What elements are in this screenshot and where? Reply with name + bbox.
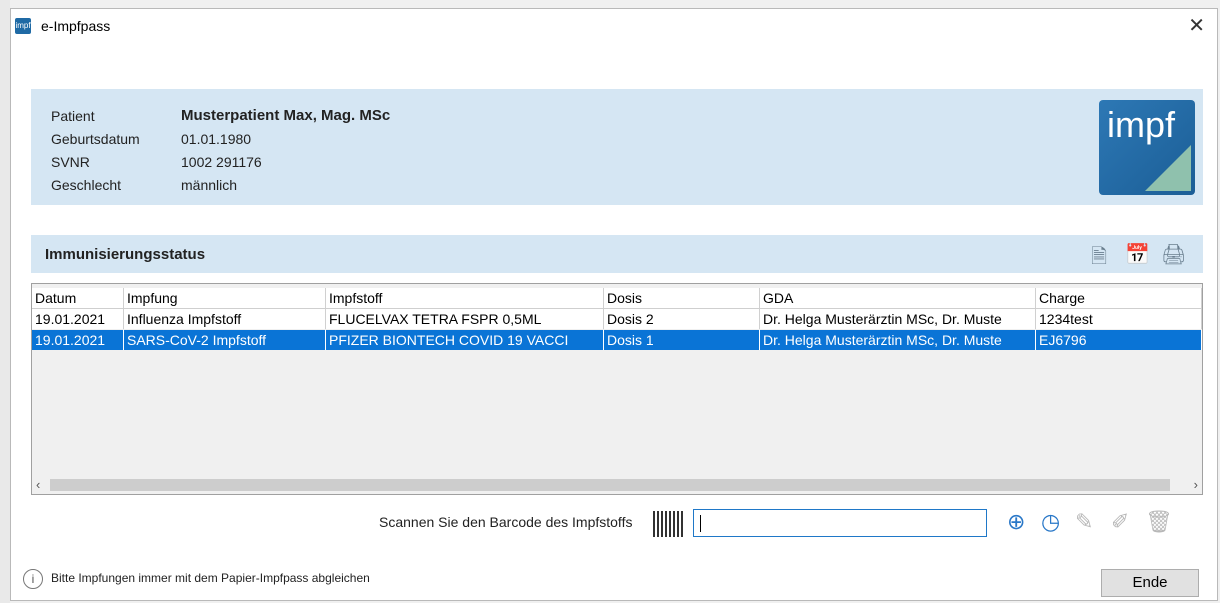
scrollbar-thumb[interactable] [50,479,1170,491]
pencil-icon[interactable]: ✐ [1111,509,1129,535]
impf-logo: impf [1099,100,1195,195]
immunization-header: Immunisierungsstatus 🗎 📅 🖨 [31,235,1203,273]
patient-label: Patient [51,108,95,124]
background-window-strip [0,0,10,603]
scroll-left-icon[interactable]: ‹ [36,476,40,494]
logo-corner [1145,145,1191,191]
column-header-gda[interactable]: GDA [760,288,1036,308]
document-search-icon[interactable]: 🗎 [1091,242,1107,276]
window-title: e-Impfpass [41,18,111,34]
cell-gda: Dr. Helga Musterärztin MSc, Dr. Muste [760,309,1036,329]
birthdate-label: Geburtsdatum [51,131,140,147]
patient-name: Musterpatient Max, Mag. MSc [181,107,391,124]
text-caret [700,515,701,532]
calendar-add-icon[interactable]: 📅 [1125,242,1150,267]
table-row-selected[interactable]: 19.01.2021 SARS-CoV-2 Impfstoff PFIZER B… [32,330,1202,350]
column-header-impfung[interactable]: Impfung [124,288,326,308]
immunization-table: Datum Impfung Impfstoff Dosis GDA Charge… [31,283,1203,495]
patient-panel: Patient Musterpatient Max, Mag. MSc Gebu… [31,89,1203,205]
column-header-dosis[interactable]: Dosis [604,288,760,308]
column-header-datum[interactable]: Datum [32,288,124,308]
table-header: Datum Impfung Impfstoff Dosis GDA Charge [32,288,1202,309]
cell-dosis: Dosis 2 [604,309,760,329]
eimpfpass-dialog: impf e-Impfpass ✕ Patient Musterpatient … [10,8,1218,601]
history-icon[interactable]: ◷ [1041,509,1060,535]
cell-charge: 1234test [1036,309,1202,329]
immunization-title: Immunisierungsstatus [45,246,206,263]
cell-gda: Dr. Helga Musterärztin MSc, Dr. Muste [760,330,1036,350]
scan-label: Scannen Sie den Barcode des Impfstoffs [379,514,633,530]
column-header-impfstoff[interactable]: Impfstoff [326,288,604,308]
cell-dosis: Dosis 1 [604,330,760,350]
gender-value: männlich [181,177,238,193]
cell-impfstoff: PFIZER BIONTECH COVID 19 VACCI [326,330,604,350]
logo-text: impf [1107,104,1176,145]
svnr-label: SVNR [51,154,90,170]
barcode-input[interactable] [693,509,987,537]
birthdate-value: 01.01.1980 [181,131,252,147]
gender-label: Geschlecht [51,177,122,193]
cell-charge: EJ6796 [1036,330,1202,350]
cell-datum: 19.01.2021 [32,330,124,350]
table-row[interactable]: 19.01.2021 Influenza Impfstoff FLUCELVAX… [32,309,1202,329]
column-header-charge[interactable]: Charge [1036,288,1202,308]
add-icon[interactable]: ⊕ [1007,509,1025,535]
barcode-icon [653,511,683,537]
cell-impfung: Influenza Impfstoff [124,309,326,329]
info-text: Bitte Impfungen immer mit dem Papier-Imp… [51,571,370,586]
end-button[interactable]: Ende [1101,569,1199,597]
info-icon: i [23,569,43,589]
printer-icon[interactable]: 🖨 [1161,242,1186,267]
cell-impfstoff: FLUCELVAX TETRA FSPR 0,5ML [326,309,604,329]
cell-impfung: SARS-CoV-2 Impfstoff [124,330,326,350]
info-message: i Bitte Impfungen immer mit dem Papier-Im… [23,569,370,589]
app-icon: impf [15,18,31,34]
svnr-value: 1002 291176 [181,154,262,170]
edit-note-icon[interactable]: ✎ [1075,509,1093,535]
close-icon[interactable]: ✕ [1188,13,1205,38]
title-bar: impf e-Impfpass ✕ [11,9,1217,43]
scroll-right-icon[interactable]: › [1194,476,1198,494]
cell-datum: 19.01.2021 [32,309,124,329]
trash-icon[interactable]: 🗑 [1145,509,1173,535]
horizontal-scrollbar[interactable]: ‹ › [32,476,1202,494]
